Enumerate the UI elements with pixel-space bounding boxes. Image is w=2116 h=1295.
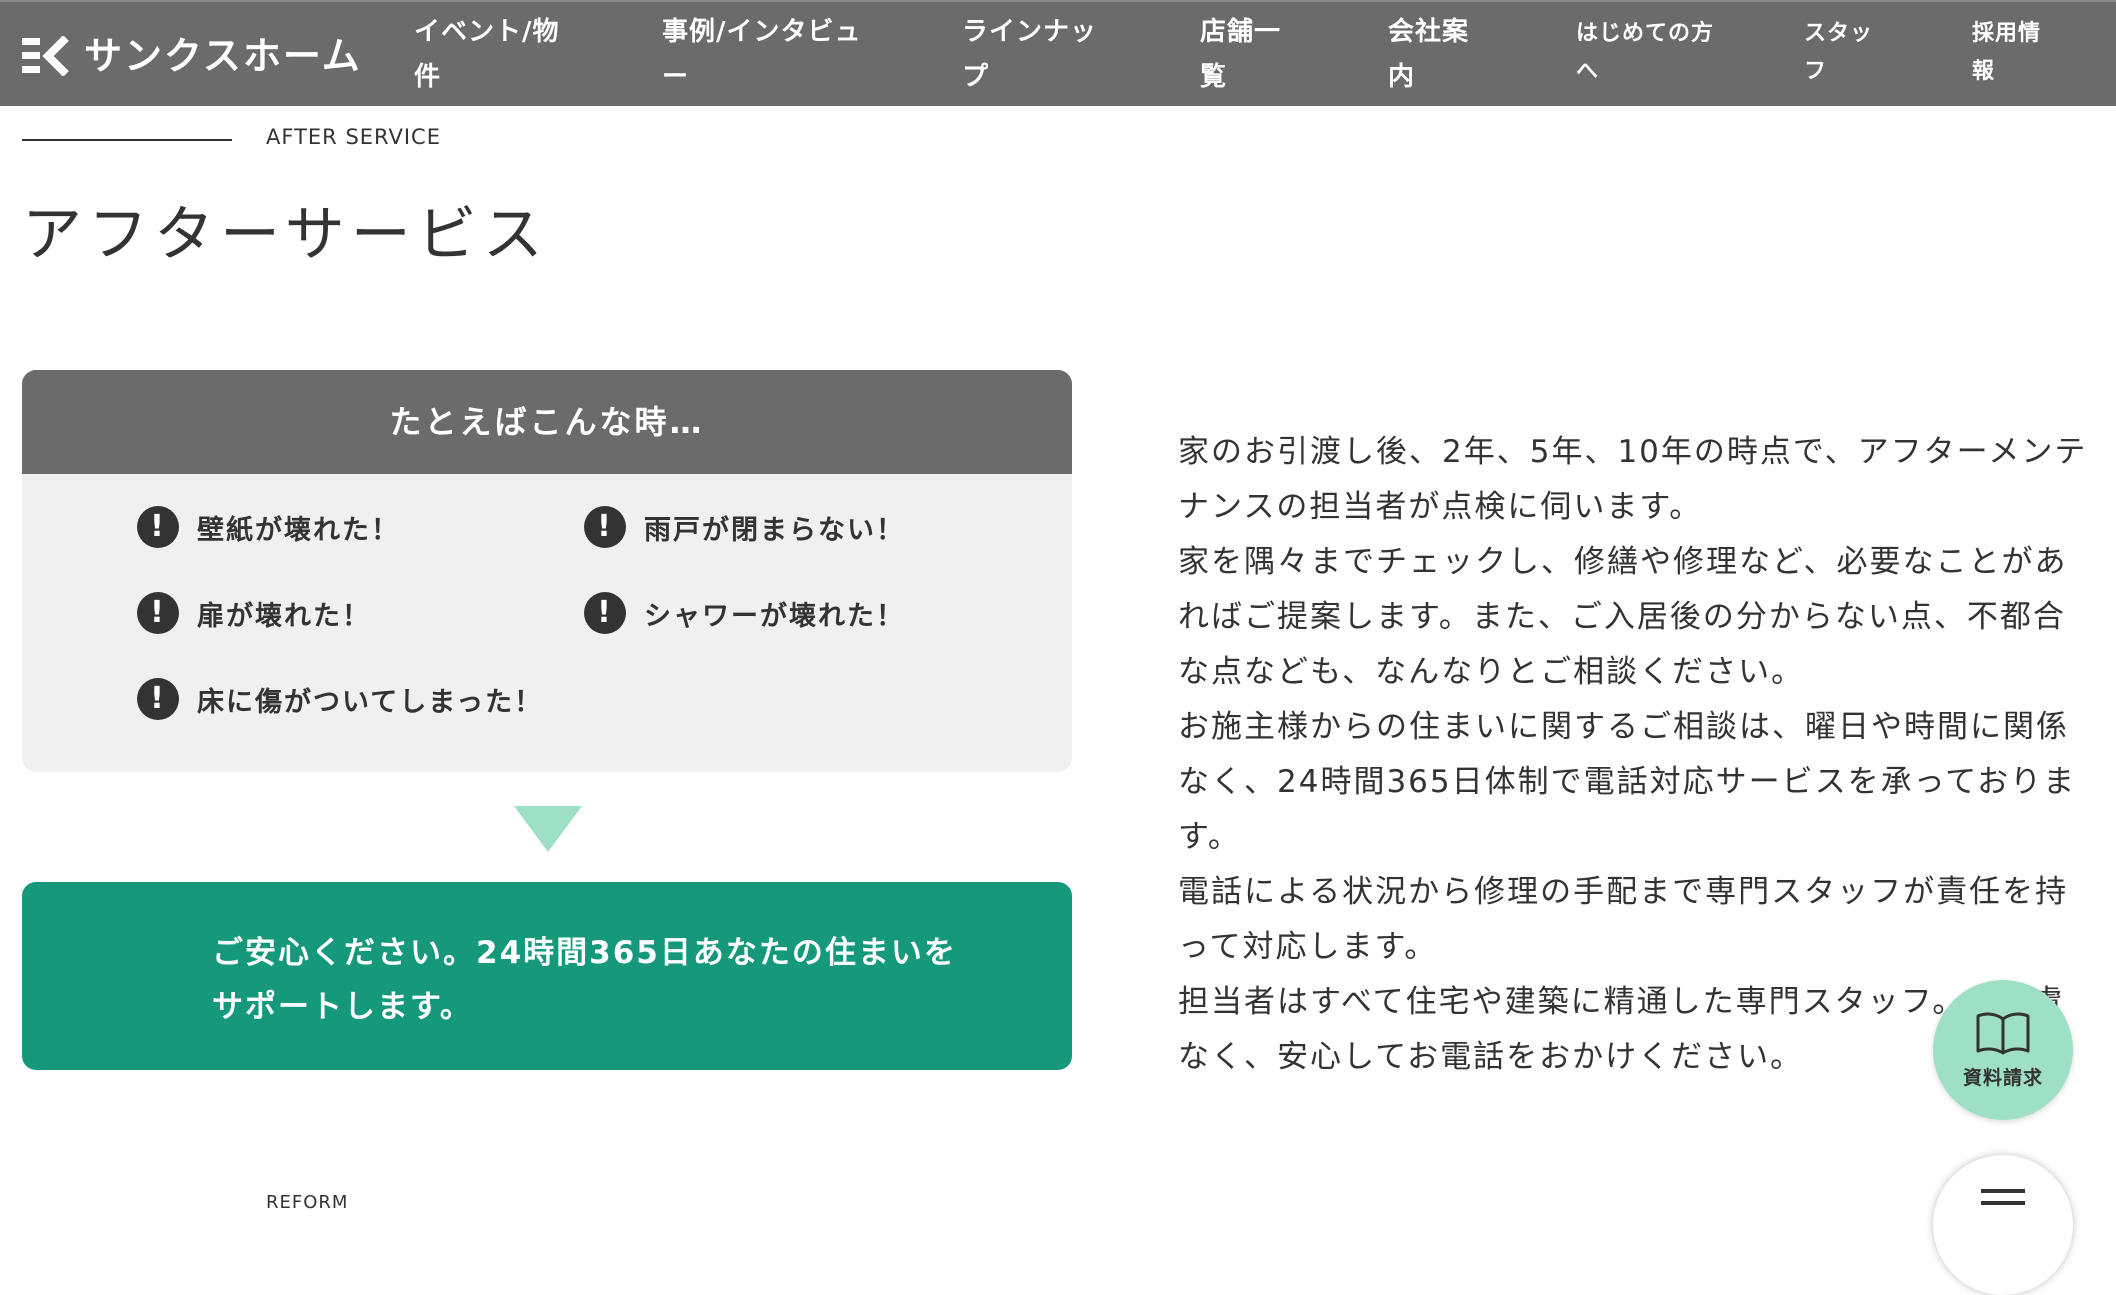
nav-item-cases[interactable]: 事例/インタビュ ー [662,10,862,100]
logo-mark-icon [22,36,69,76]
document-request-button[interactable]: 資料請求 [1933,980,2073,1120]
nav-item-recruit[interactable]: 採用情 報 [1972,15,2041,91]
exclamation-icon: ! [584,592,626,634]
case-item: ! シャワーが壊れた！ [584,592,905,634]
eyebrow-divider [22,139,232,141]
nav-item-beginners[interactable]: はじめての方 へ [1576,15,1714,91]
description-paragraph: 家のお引渡し後、2年、5年、10年の時点で、アフターメンテナンスの担当者が点検に… [1178,434,2088,525]
example-cases-card: たとえばこんな時… ! 壁紙が壊れた！ ! 雨戸が閉まらない！ ! 扉が壊れた！… [22,370,1072,772]
case-item: ! 雨戸が閉まらない！ [584,506,905,548]
nav-item-stores[interactable]: 店舗一 覧 [1200,10,1281,100]
book-icon [1976,1012,2030,1054]
down-arrow-icon [514,806,582,852]
case-item: ! 壁紙が壊れた！ [137,506,400,548]
site-logo[interactable]: サンクスホーム [22,36,362,76]
site-header: サンクスホーム イベント/物 件 事例/インタビュ ー ラインナッ プ 店舗一 … [0,0,2116,106]
page-title: アフターサービス [22,200,549,270]
exclamation-icon: ! [137,506,179,548]
next-section-eyebrow: REFORM [266,1192,349,1213]
exclamation-icon: ! [137,678,179,720]
reassurance-banner: ご安心ください。24時間365日あなたの住まいを サポートします。 [22,882,1072,1070]
nav-item-events[interactable]: イベント/物 件 [414,10,560,100]
hamburger-menu-button[interactable] [1933,1155,2073,1295]
description-paragraph: お施主様からの住まいに関するご相談は、曜日や時間に関係なく、24時間365日体制… [1178,709,2077,855]
nav-item-staff[interactable]: スタッ フ [1804,15,1873,91]
exclamation-icon: ! [584,506,626,548]
section-eyebrow: AFTER SERVICE [266,125,441,149]
case-item: ! 扉が壊れた！ [137,592,371,634]
logo-text: サンクスホーム [84,34,362,78]
case-item: ! 床に傷がついてしまった！ [137,678,543,720]
description-paragraph: 家を隅々までチェックし、修繕や修理など、必要なことがあればご提案します。また、ご… [1178,544,2068,690]
document-request-label: 資料請求 [1962,1066,2043,1089]
example-cases-heading: たとえばこんな時… [22,370,1072,474]
after-service-description: 家のお引渡し後、2年、5年、10年の時点で、アフターメンテナンスの担当者が点検に… [1178,425,2088,1085]
exclamation-icon: ! [137,592,179,634]
description-paragraph: 電話による状況から修理の手配まで専門スタッフが責任を持って対応します。 [1178,874,2069,965]
nav-item-lineup[interactable]: ラインナッ プ [962,10,1097,100]
nav-item-company[interactable]: 会社案 内 [1388,10,1469,100]
